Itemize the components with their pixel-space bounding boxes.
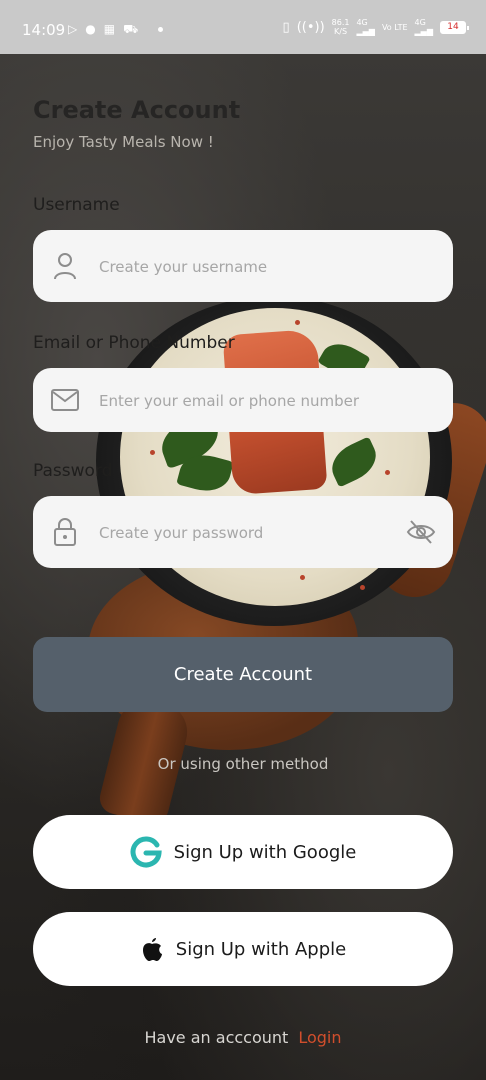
page-subtitle: Enjoy Tasty Meals Now ! <box>33 133 214 151</box>
user-icon <box>51 252 79 280</box>
network-type-2: 4G <box>414 18 426 27</box>
more-notifications-dot <box>158 27 163 32</box>
bus-icon: ▦ <box>103 22 116 36</box>
email-label: Email or Phone Number <box>33 333 235 353</box>
apple-icon <box>140 936 164 962</box>
password-label: Password <box>33 461 113 481</box>
sauce-speck <box>295 320 300 325</box>
play-store-icon: ▷ <box>68 22 78 36</box>
signal-2: 4G ▂▄▆ <box>415 18 433 36</box>
signal-1: 4G ▂▄▆ <box>356 18 374 36</box>
status-bar: 14:09 ▷ ● ▦ ⛟ ▯ ((•)) 86.1 K/S 4G ▂▄▆ Vo… <box>0 0 486 54</box>
network-speed: 86.1 K/S <box>332 18 350 36</box>
email-input[interactable] <box>97 368 401 434</box>
signal-bars-icon: ▂▄▆ <box>414 27 433 36</box>
lock-icon <box>51 518 79 546</box>
alternative-method-divider: Or using other method <box>157 755 329 773</box>
volte: Vo LTE <box>382 23 408 32</box>
username-input[interactable] <box>97 230 401 304</box>
login-link[interactable]: Login <box>298 1028 341 1047</box>
username-field-box <box>33 230 453 304</box>
status-time: 14:09 <box>22 21 66 39</box>
sauce-speck <box>150 450 155 455</box>
net-speed-unit: K/S <box>334 27 348 36</box>
signup-screen: 14:09 ▷ ● ▦ ⛟ ▯ ((•)) 86.1 K/S 4G ▂▄▆ Vo… <box>0 0 486 1080</box>
page-title: Create Account <box>33 96 241 124</box>
apple-signup-button[interactable]: Sign Up with Apple <box>33 912 453 986</box>
net-speed-value: 86.1 <box>331 18 350 27</box>
password-input[interactable] <box>97 496 401 570</box>
create-account-button[interactable]: Create Account <box>33 637 453 712</box>
system-icons: ▯ ((•)) 86.1 K/S 4G ▂▄▆ Vo LTE 4G ▂▄▆ 14 <box>282 18 469 36</box>
hide-password-icon[interactable] <box>405 516 437 548</box>
sauce-speck <box>360 585 365 590</box>
email-field-box <box>33 368 453 434</box>
signal-bars-icon: ▂▄▆ <box>356 27 375 36</box>
google-icon <box>130 836 162 868</box>
chat-icon: ● <box>85 22 96 36</box>
volte-label: Vo LTE <box>381 22 408 32</box>
sauce-speck <box>385 470 390 475</box>
mail-icon <box>51 386 79 414</box>
google-signup-button[interactable]: Sign Up with Google <box>33 815 453 889</box>
network-type-1: 4G <box>356 18 368 27</box>
apple-signup-label: Sign Up with Apple <box>175 938 347 960</box>
cart-icon: ⛟ <box>123 22 139 36</box>
have-account-text: Have an acccount <box>144 1028 289 1047</box>
sauce-speck <box>300 575 305 580</box>
login-prompt: Have an acccount Login <box>0 1028 486 1047</box>
password-field-box <box>33 496 453 570</box>
hotspot-icon: ((•)) <box>296 19 325 35</box>
battery-icon: 14 <box>440 20 469 34</box>
notification-icons: ▷ ● ▦ ⛟ <box>68 22 138 38</box>
battery-level: 14 <box>447 22 459 32</box>
google-signup-label: Sign Up with Google <box>173 841 357 863</box>
vibrate-icon: ▯ <box>282 19 290 35</box>
username-label: Username <box>33 195 120 215</box>
